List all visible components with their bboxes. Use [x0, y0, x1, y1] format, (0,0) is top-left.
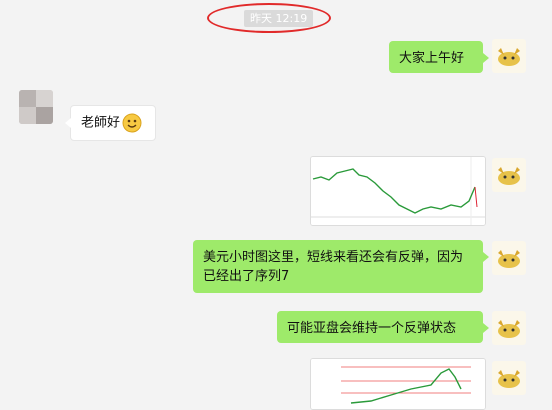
cow-avatar-icon: [498, 250, 520, 268]
avatar[interactable]: [492, 311, 526, 345]
message-text: 老師好: [81, 115, 121, 131]
timestamp-highlight-ring: [207, 3, 331, 33]
chart-image-message[interactable]: [310, 358, 486, 410]
cow-avatar-icon: [498, 48, 520, 66]
message-text: 大家上午好: [399, 51, 465, 66]
message-bubble[interactable]: 大家上午好: [389, 41, 489, 73]
forex-chart-thumbnail-icon: [311, 359, 485, 409]
smiling-face-emoji-icon: [122, 113, 142, 133]
avatar[interactable]: [492, 361, 526, 395]
cow-avatar-icon: [498, 370, 520, 388]
blurred-avatar-icon: [19, 90, 53, 124]
avatar[interactable]: [492, 39, 526, 73]
chart-image-message[interactable]: [310, 156, 486, 226]
forex-chart-thumbnail-icon: [311, 157, 485, 225]
message-bubble[interactable]: 可能亚盘会维持一个反弹状态: [277, 311, 489, 343]
message-bubble[interactable]: 老師好: [65, 105, 156, 141]
avatar[interactable]: [492, 158, 526, 192]
avatar[interactable]: [19, 90, 53, 124]
message-bubble[interactable]: 美元小时图这里，短线来看还会有反弹，因为已经出了序列7: [193, 240, 489, 293]
cow-avatar-icon: [498, 167, 520, 185]
avatar[interactable]: [492, 241, 526, 275]
message-text: 美元小时图这里，短线来看还会有反弹，因为已经出了序列7: [203, 250, 464, 284]
cow-avatar-icon: [498, 320, 520, 338]
message-text: 可能亚盘会维持一个反弹状态: [287, 321, 457, 336]
